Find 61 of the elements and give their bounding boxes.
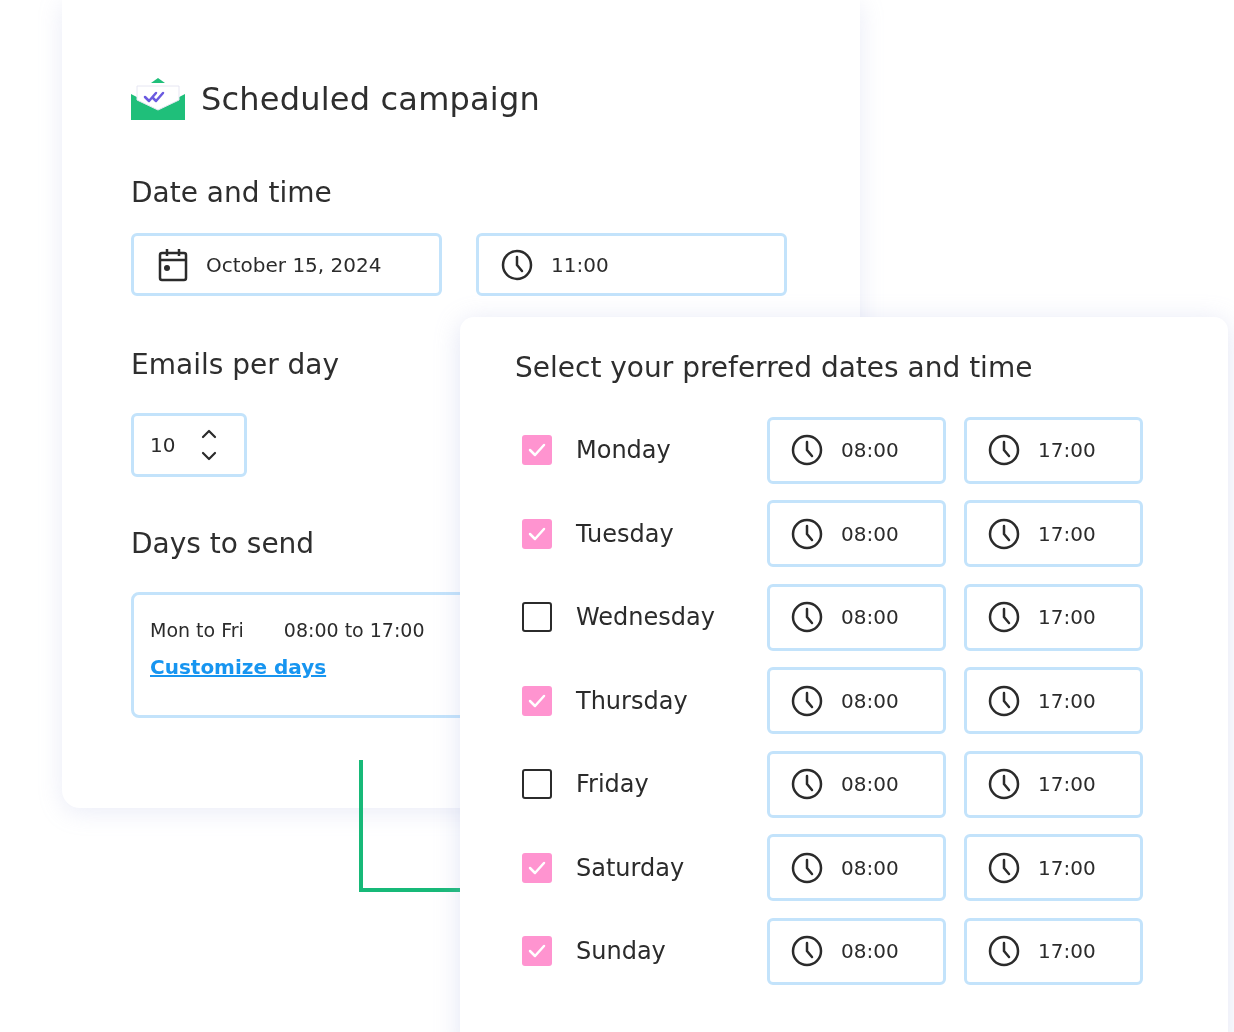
day-label: Sunday	[576, 937, 667, 965]
section-heading: Days to send	[131, 527, 315, 560]
end-time-field[interactable]: 17:00	[964, 583, 1143, 651]
day-label: Monday	[576, 436, 672, 464]
section-heading: Emails per day	[131, 348, 340, 381]
time-field[interactable]: 11:00	[476, 233, 787, 296]
clock-icon	[791, 684, 823, 717]
clock-icon	[791, 601, 823, 633]
clock-icon	[791, 851, 823, 884]
start-time-field[interactable]: 08:00	[767, 917, 946, 985]
clock-icon	[988, 768, 1020, 800]
start-time-field[interactable]: 08:00	[767, 667, 946, 734]
start-time-field[interactable]: 08:00	[767, 416, 946, 484]
check-icon	[528, 860, 546, 875]
date-field[interactable]: October 15, 2024	[131, 233, 442, 296]
day-checkbox[interactable]	[522, 435, 552, 465]
check-icon	[528, 526, 546, 541]
check-icon	[528, 944, 546, 958]
start-time-field[interactable]: 08:00	[767, 750, 946, 818]
calendar-icon	[158, 247, 188, 282]
clock-icon	[988, 851, 1020, 884]
day-label: Friday	[576, 770, 650, 798]
stepper-arrows-icon[interactable]	[201, 429, 218, 461]
number-field[interactable]: 10	[131, 413, 247, 477]
end-time-field[interactable]: 17:00	[964, 667, 1143, 734]
clock-icon	[791, 935, 823, 967]
clock-icon	[791, 434, 823, 466]
hours-text: 08:00 to 17:00	[283, 619, 425, 641]
check-icon	[528, 443, 546, 457]
clock-icon	[501, 248, 533, 281]
start-time-field[interactable]: 08:00	[767, 834, 946, 901]
panel-title: Select your preferred dates and time	[515, 351, 1034, 384]
clock-icon	[988, 517, 1020, 550]
start-time-field[interactable]: 08:00	[767, 500, 946, 567]
end-time-field[interactable]: 17:00	[964, 416, 1143, 484]
clock-icon	[988, 935, 1020, 967]
end-time-field[interactable]: 17:00	[964, 500, 1143, 567]
start-time-field[interactable]: 08:00	[767, 583, 946, 651]
end-time-field[interactable]: 17:00	[964, 834, 1143, 901]
clock-icon	[988, 684, 1020, 717]
day-checkbox[interactable]	[522, 769, 552, 799]
day-label: Saturday	[576, 853, 686, 882]
day-checkbox[interactable]	[522, 852, 552, 883]
end-time-field[interactable]: 17:00	[964, 750, 1143, 818]
check-icon	[528, 693, 546, 708]
page-title: Scheduled campaign	[201, 80, 540, 118]
day-label: Thursday	[576, 686, 689, 715]
day-label: Wednesday	[576, 603, 716, 631]
end-time-field[interactable]: 17:00	[964, 917, 1143, 985]
clock-icon	[988, 601, 1020, 633]
day-checkbox[interactable]	[522, 685, 552, 716]
day-checkbox[interactable]	[522, 518, 552, 549]
day-label: Tuesday	[576, 519, 675, 548]
section-heading: Date and time	[131, 176, 332, 209]
days-text: Mon to Fri	[150, 619, 244, 641]
clock-icon	[791, 768, 823, 800]
day-checkbox[interactable]	[522, 602, 552, 632]
envelope-logo-icon	[131, 78, 185, 120]
clock-icon	[791, 517, 823, 550]
day-checkbox[interactable]	[522, 936, 552, 966]
clock-icon	[988, 434, 1020, 466]
